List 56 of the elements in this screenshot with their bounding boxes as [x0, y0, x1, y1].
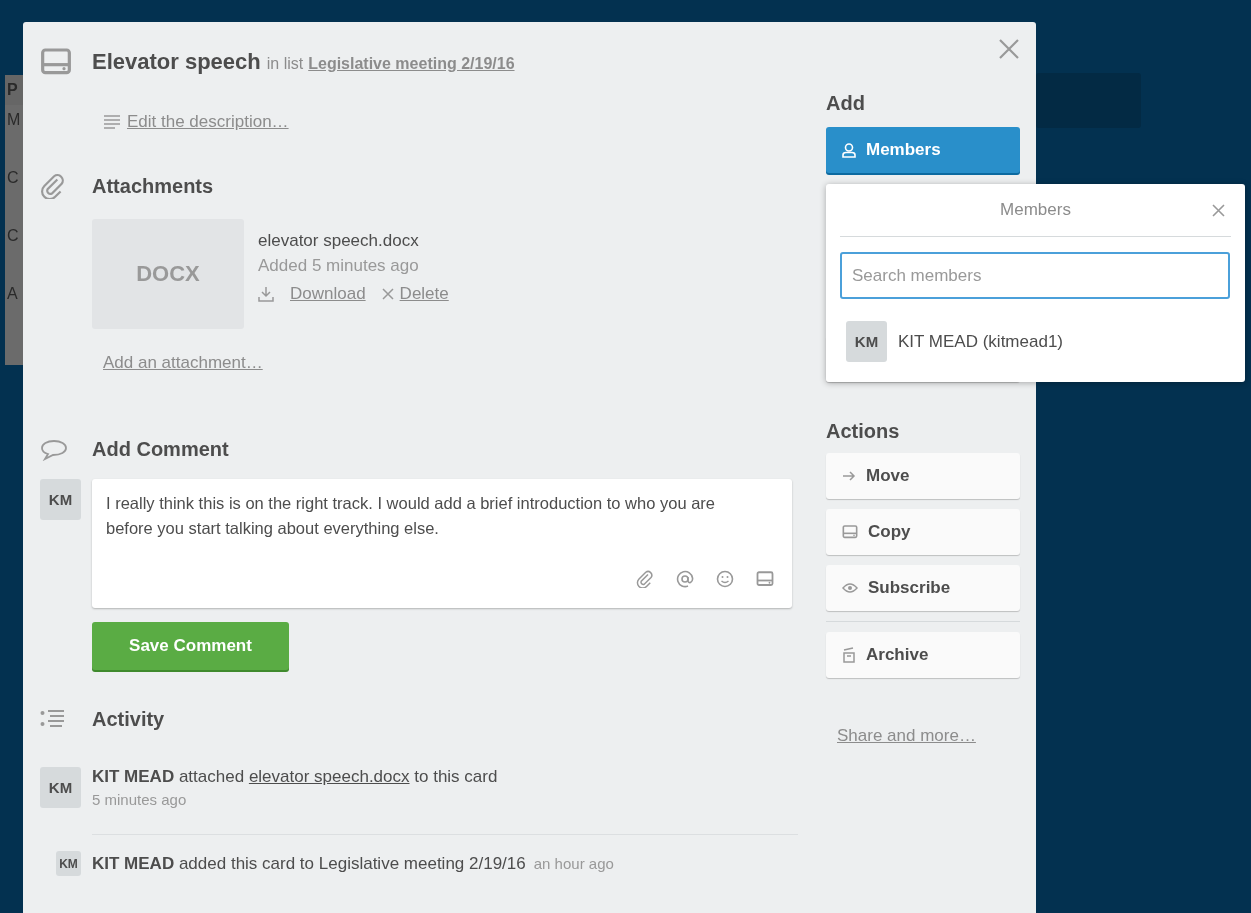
- members-button[interactable]: Members: [826, 127, 1020, 173]
- paperclip-icon: [40, 173, 66, 199]
- paperclip-icon: [636, 570, 654, 588]
- edit-description-link[interactable]: Edit the description…: [127, 112, 289, 132]
- sidebar-heading: Add: [826, 92, 866, 115]
- share-link[interactable]: Share and more…: [837, 726, 1020, 746]
- attachment-link[interactable]: elevator speech.docx: [248, 767, 410, 786]
- card-title: Elevator speech: [92, 49, 261, 75]
- archive-icon: [842, 647, 856, 663]
- popup-title: Members: [1000, 200, 1071, 220]
- activity-time: 5 minutes ago: [92, 791, 188, 808]
- move-button[interactable]: Move: [826, 453, 1020, 499]
- person-icon: [842, 142, 856, 158]
- download-icon: [258, 286, 274, 302]
- arrow-icon: [842, 470, 856, 482]
- in-list-label: in list: [266, 55, 304, 73]
- avatar: KM: [56, 851, 81, 876]
- eye-icon: [842, 582, 858, 594]
- list-text: M: [6, 110, 22, 130]
- search-field[interactable]: Search members: [840, 252, 1230, 299]
- activity-text: KIT MEAD attached elevator speech.docx to this card: [92, 767, 498, 786]
- delete-link[interactable]: Delete: [399, 284, 449, 304]
- file-time: Added 5 minutes ago: [258, 256, 420, 276]
- file-thumbnail[interactable]: DOCX: [92, 219, 244, 329]
- description-icon: [103, 115, 121, 129]
- comment-field[interactable]: I really think this is on the right track. I would add a brief introduction to who you are before you start talking about everything else.: [92, 479, 792, 608]
- card-icon: [842, 524, 858, 540]
- list-text: P: [5, 75, 23, 105]
- list-text: C: [6, 226, 20, 246]
- download-link[interactable]: Download: [290, 284, 366, 304]
- at-sign-icon[interactable]: [676, 570, 694, 588]
- card-icon: [756, 570, 774, 588]
- avatar: KM: [40, 767, 81, 808]
- sidebar-heading: Actions: [826, 420, 901, 443]
- close-icon: [381, 288, 394, 300]
- copy-button[interactable]: Copy: [826, 509, 1020, 555]
- archive-button[interactable]: Archive: [826, 632, 1020, 678]
- section-heading: Activity: [92, 708, 165, 731]
- close-icon[interactable]: [1212, 204, 1225, 217]
- avatar: KM: [40, 479, 81, 520]
- add-attachment-link[interactable]: Add an attachment…: [103, 353, 263, 373]
- file-name: elevator speech.docx: [258, 231, 420, 251]
- activity-text: KIT MEAD added this card to Legislative meeting 2/19/16: [92, 853, 526, 874]
- avatar: KM: [846, 321, 887, 362]
- speech-bubble-icon: [40, 438, 68, 461]
- activity-time: an hour ago: [533, 855, 614, 872]
- smiley-icon[interactable]: [716, 570, 734, 588]
- list-text: A: [6, 284, 19, 304]
- list-text: C: [6, 168, 20, 188]
- save-comment-button[interactable]: Save Comment: [92, 622, 289, 670]
- section-heading: Add Comment: [92, 438, 229, 461]
- list-link[interactable]: Legislative meeting 2/19/16: [308, 55, 515, 73]
- subscribe-button[interactable]: Subscribe: [826, 565, 1020, 611]
- section-heading: Attachments: [92, 174, 214, 198]
- close-icon[interactable]: [998, 38, 1020, 60]
- member-item[interactable]: KIT MEAD (kitmead1): [898, 331, 1063, 352]
